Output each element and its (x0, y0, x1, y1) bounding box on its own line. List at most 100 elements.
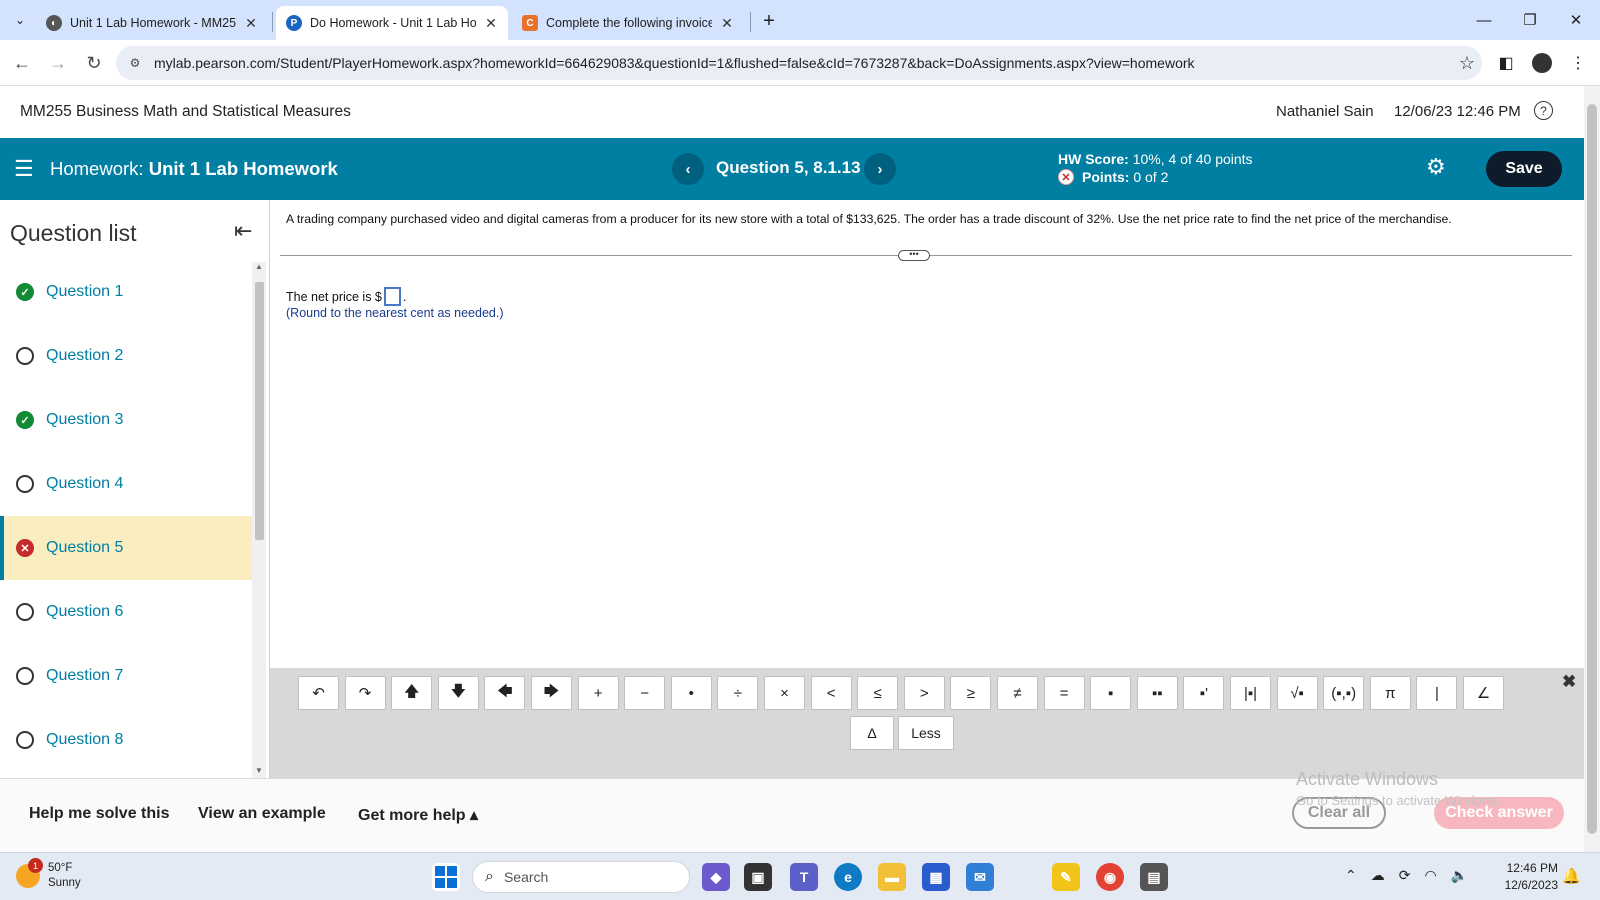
net-price-answer-input[interactable] (383, 287, 401, 306)
help-me-solve-button[interactable]: Help me solve this (29, 805, 170, 823)
forward-arrow-icon[interactable]: → (44, 49, 72, 77)
windows-start-icon[interactable] (432, 863, 460, 891)
less-equal-button[interactable]: ≤ (857, 676, 899, 710)
edge-icon[interactable]: e (834, 863, 862, 891)
question-list-item[interactable]: Question 6 (0, 580, 252, 644)
minus-button[interactable]: − (624, 676, 666, 710)
site-info-icon[interactable]: ⚙ (124, 52, 146, 74)
question-list-item[interactable]: ✓ Question 1 (0, 260, 252, 324)
scroll-down-arrow-icon[interactable]: ▼ (252, 766, 266, 778)
copilot-icon[interactable]: ◆ (702, 863, 730, 891)
right-arrow-button[interactable]: 🡆 (531, 676, 572, 710)
hamburger-menu-icon[interactable]: ☰ (14, 158, 34, 180)
question-list-item[interactable]: Question 7 (0, 644, 252, 708)
side-panel-icon[interactable]: ◧ (1492, 49, 1520, 77)
up-arrow-button[interactable]: 🡅 (391, 676, 433, 710)
chevron-up-icon[interactable]: ⌃ (1345, 867, 1357, 884)
question-list-item[interactable]: Question 4 (0, 452, 252, 516)
get-more-help-button[interactable]: Get more help ▴ (358, 805, 478, 825)
angle-button[interactable]: ∠ (1463, 676, 1504, 710)
tab-search-chevron-icon[interactable]: ⌄ (8, 8, 32, 32)
window-close-icon[interactable]: ✕ (1554, 6, 1598, 34)
notification-bell-icon[interactable]: 🔔 (1562, 867, 1581, 885)
greater-than-button[interactable]: > (903, 676, 945, 710)
question-list-item[interactable]: ✕ Question 5 (0, 516, 252, 580)
reload-icon[interactable]: ↻ (80, 49, 108, 77)
divider-handle-dots-icon[interactable]: ••• (898, 250, 930, 261)
page-scroll-thumb[interactable] (1587, 104, 1597, 834)
browser-tab-do-homework[interactable]: P Do Homework - Unit 1 Lab Hom ✕ (276, 6, 508, 40)
taskbar-search-input[interactable]: ⌕ Search (472, 861, 690, 893)
absolute-value-button[interactable]: |▪| (1230, 676, 1271, 710)
file-explorer-icon[interactable]: ▬ (878, 863, 906, 891)
vertical-bar-button[interactable]: | (1416, 676, 1458, 710)
settings-gear-icon[interactable]: ⚙ (1426, 156, 1446, 178)
previous-question-chevron-icon[interactable]: ‹ (672, 153, 704, 185)
undo-button[interactable]: ↶ (298, 676, 339, 710)
mail-icon[interactable]: ✉ (966, 863, 994, 891)
address-bar[interactable]: ⚙ mylab.pearson.com/Student/PlayerHomewo… (116, 46, 1482, 80)
collapse-panel-icon[interactable]: ⇤ (234, 218, 252, 244)
wifi-icon[interactable]: ◠ (1424, 867, 1436, 884)
sticky-app-icon[interactable]: ✎ (1052, 863, 1080, 891)
empty-circle-icon (16, 347, 34, 365)
sync-icon[interactable]: ⟳ (1399, 867, 1411, 884)
plus-button[interactable]: + (577, 676, 619, 710)
profile-avatar-icon[interactable] (1528, 49, 1556, 77)
greater-equal-button[interactable]: ≥ (950, 676, 992, 710)
volume-icon[interactable]: 🔈 (1451, 867, 1468, 884)
menu-kebab-icon[interactable]: ⋮ (1564, 49, 1592, 77)
ordered-pair-button[interactable]: (▪,▪) (1323, 676, 1365, 710)
empty-circle-icon (16, 731, 34, 749)
save-button[interactable]: Save (1486, 151, 1562, 187)
store-icon[interactable]: ▦ (922, 863, 950, 891)
next-question-chevron-icon[interactable]: › (864, 153, 896, 185)
question-list-item[interactable]: ✓ Question 3 (0, 388, 252, 452)
restore-icon[interactable]: ❐ (1508, 6, 1552, 34)
cloud-icon[interactable]: ☁ (1371, 867, 1385, 884)
back-arrow-icon[interactable]: ← (8, 49, 36, 77)
mixed-number-button[interactable]: ▪▪ (1136, 676, 1178, 710)
browser-toolbar: ← → ↻ ⚙ mylab.pearson.com/Student/Player… (0, 40, 1600, 86)
fraction-button[interactable]: ▪ (1090, 676, 1132, 710)
minimize-icon[interactable]: — (1462, 6, 1506, 34)
help-icon[interactable]: ? (1534, 101, 1553, 120)
browser-tab-lab-homework[interactable]: ◐ Unit 1 Lab Homework - MM255 ✕ (36, 6, 268, 40)
square-root-button[interactable]: √▪ (1276, 676, 1318, 710)
less-than-button[interactable]: < (810, 676, 852, 710)
dot-button[interactable]: • (670, 676, 712, 710)
view-example-button[interactable]: View an example (198, 805, 326, 823)
task-view-icon[interactable]: ▣ (744, 863, 772, 891)
taskbar-clock[interactable]: 12:46 PM 12/6/2023 (1488, 860, 1558, 894)
calculator-icon[interactable]: ▤ (1140, 863, 1168, 891)
less-button[interactable]: Less (898, 716, 954, 750)
left-arrow-button[interactable]: 🡄 (484, 676, 526, 710)
down-arrow-button[interactable]: 🡇 (437, 676, 479, 710)
exponent-button[interactable]: ▪' (1183, 676, 1225, 710)
weather-widget[interactable]: 1 50°F Sunny (16, 858, 81, 891)
palette-close-icon[interactable]: ✖ (1562, 672, 1576, 692)
question-list-scroll-thumb[interactable] (255, 282, 264, 540)
pi-button[interactable]: π (1369, 676, 1411, 710)
redo-button[interactable]: ↷ (344, 676, 386, 710)
tab-close-icon[interactable]: ✕ (244, 15, 258, 32)
bookmark-star-icon[interactable]: ☆ (1452, 53, 1482, 74)
tab-close-icon[interactable]: ✕ (484, 15, 498, 32)
url-text[interactable]: mylab.pearson.com/Student/PlayerHomework… (154, 55, 1452, 71)
delta-button[interactable]: Δ (850, 716, 894, 750)
scroll-up-arrow-icon[interactable]: ▲ (252, 262, 266, 274)
question-list-item[interactable]: Question 2 (0, 324, 252, 388)
question-list-panel: Question list ⇤ ✓ Question 1 Question 2 ✓ Qu… (0, 200, 270, 778)
equals-button[interactable]: = (1043, 676, 1085, 710)
divide-button[interactable]: ÷ (717, 676, 759, 710)
tab-close-icon[interactable]: ✕ (720, 15, 734, 32)
times-button[interactable]: × (764, 676, 805, 710)
rounding-instruction: (Round to the nearest cent as needed.) (286, 306, 504, 320)
browser-tab-invoice[interactable]: C Complete the following invoice ✕ (512, 6, 744, 40)
chrome-icon[interactable]: ◉ (1096, 863, 1124, 891)
homework-label: Homework: (50, 158, 144, 179)
teams-icon[interactable]: T (790, 863, 818, 891)
new-tab-plus-icon[interactable]: + (756, 8, 782, 34)
not-equal-button[interactable]: ≠ (997, 676, 1038, 710)
question-list-item[interactable]: Question 8 (0, 708, 252, 772)
